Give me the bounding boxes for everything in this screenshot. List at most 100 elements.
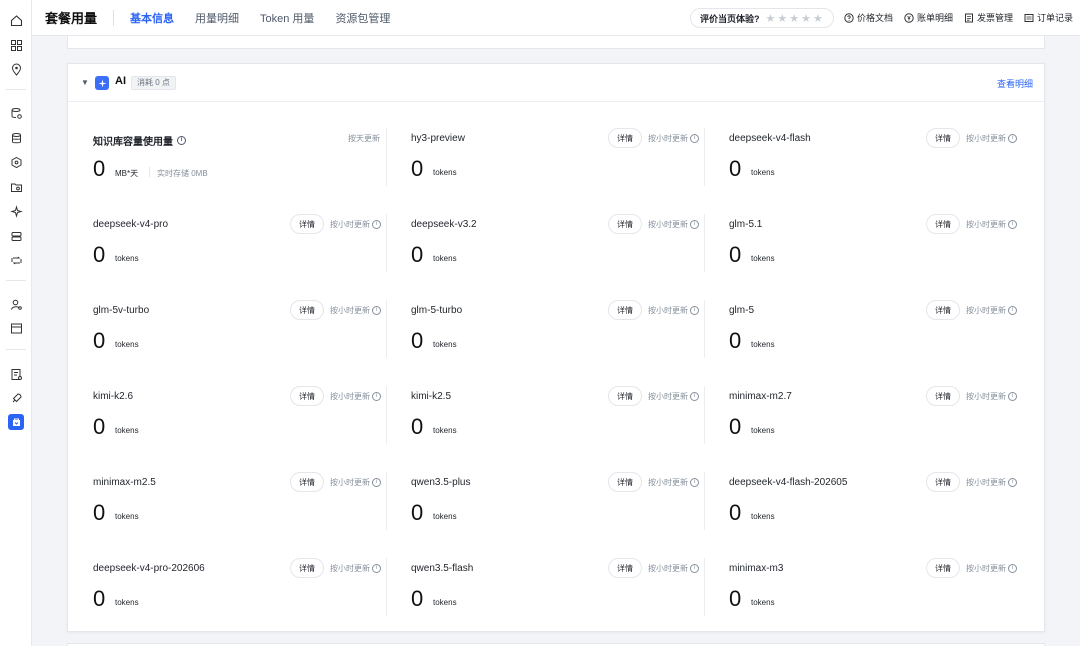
tab-usage-detail[interactable]: 用量明细 [195,0,239,36]
model-update-freq: 按小时更新 i [648,219,699,230]
model-detail-button[interactable]: 详情 [926,558,960,578]
storage-icon[interactable] [8,228,24,244]
grid-icon[interactable] [8,37,24,53]
model-token-value: 0 [93,242,106,267]
knowledge-base-unit: MB*天 [115,169,139,178]
model-detail-button[interactable]: 详情 [290,300,324,320]
info-icon[interactable]: i [1008,478,1017,487]
rating-star-4[interactable]: ★ [801,12,811,25]
invoice-link[interactable]: 发票管理 [964,11,1013,24]
info-icon[interactable]: i [1008,134,1017,143]
info-icon[interactable]: i [177,136,186,145]
cell-divider [704,472,705,530]
tab-resource-package[interactable]: 资源包管理 [335,0,390,36]
sync-icon[interactable] [8,252,24,268]
model-update-freq: 按小时更新 i [966,219,1017,230]
rating-star-3[interactable]: ★ [789,12,799,25]
folder-search-icon[interactable] [8,179,24,195]
sparkle-icon[interactable] [8,203,24,219]
model-detail-button[interactable]: 详情 [290,558,324,578]
model-token-value: 0 [729,586,742,611]
model-detail-button[interactable]: 详情 [926,300,960,320]
update-freq-label: 按小时更新 [648,306,688,315]
info-icon[interactable]: i [690,392,699,401]
hexagon-icon[interactable] [8,154,24,170]
info-icon[interactable]: i [372,392,381,401]
pricing-doc-link[interactable]: 价格文档 [844,11,893,24]
info-icon[interactable]: i [1008,306,1017,315]
title-divider [113,9,115,26]
info-icon[interactable]: i [1008,392,1017,401]
rating-star-2[interactable]: ★ [777,12,787,25]
model-detail-button[interactable]: 详情 [608,214,642,234]
update-freq-label: 按小时更新 [648,220,688,229]
model-token-unit: tokens [751,426,775,435]
info-icon[interactable]: i [690,134,699,143]
cell-divider [386,214,387,272]
knowledge-base-name: 知识库容量使用量 [93,137,173,148]
model-detail-button[interactable]: 详情 [290,214,324,234]
model-detail-button[interactable]: 详情 [608,300,642,320]
model-usage-cell: qwen3.5-flash 详情 按小时更新 i 0 tokens [386,546,704,632]
info-icon[interactable]: i [372,306,381,315]
model-name: minimax-m2.7 [729,391,792,402]
info-icon[interactable]: i [690,220,699,229]
info-icon[interactable]: i [690,478,699,487]
model-name: qwen3.5-plus [411,477,471,488]
database-icon[interactable] [8,130,24,146]
info-icon[interactable]: i [690,306,699,315]
model-update-freq: 按小时更新 i [966,477,1017,488]
rating-star-5[interactable]: ★ [813,12,823,25]
location-icon[interactable] [8,61,24,77]
model-detail-button[interactable]: 详情 [926,214,960,234]
info-icon[interactable]: i [372,564,381,573]
model-detail-button[interactable]: 详情 [926,472,960,492]
model-token-value: 0 [411,586,424,611]
info-icon[interactable]: i [1008,564,1017,573]
info-icon[interactable]: i [1008,220,1017,229]
order-record-link[interactable]: 订单记录 [1024,11,1073,24]
model-name: qwen3.5-flash [411,563,474,574]
model-name: minimax-m3 [729,563,784,574]
model-detail-button[interactable]: 详情 [608,128,642,148]
window-icon[interactable] [8,320,24,336]
billing-detail-link[interactable]: 账单明细 [904,11,953,24]
model-detail-button[interactable]: 详情 [926,128,960,148]
model-detail-button[interactable]: 详情 [926,386,960,406]
knowledge-base-usage-cell: 知识库容量使用量 i 按天更新 0 MB*天 实时存储 0MB [68,116,386,202]
consumption-badge: 消耗 0 点 [131,76,176,90]
model-detail-button[interactable]: 详情 [608,386,642,406]
tab-basic-info[interactable]: 基本信息 [130,0,174,36]
model-usage-cell: deepseek-v4-pro-202606 详情 按小时更新 i 0 tokens [68,546,386,632]
ai-section-title: AI [115,75,126,87]
package-usage-icon[interactable] [8,414,24,430]
collapse-caret-icon[interactable]: ▼ [81,78,89,87]
model-detail-button[interactable]: 详情 [290,386,324,406]
rocket-icon[interactable] [8,390,24,406]
update-freq-label: 按小时更新 [330,392,370,401]
model-usage-cell: deepseek-v4-flash 详情 按小时更新 i 0 tokens [704,116,1022,202]
info-icon[interactable]: i [690,564,699,573]
cell-divider [704,386,705,444]
invoice-icon [965,13,973,22]
view-detail-link[interactable]: 查看明细 [997,77,1033,90]
model-token-unit: tokens [751,512,775,521]
report-icon[interactable] [8,366,24,382]
home-icon[interactable] [8,12,24,28]
model-usage-cell: deepseek-v4-flash-202605 详情 按小时更新 i 0 tokens [704,460,1022,546]
model-token-unit: tokens [751,598,775,607]
previous-section-card [67,36,1045,49]
pricing-doc-label: 价格文档 [857,13,894,23]
info-icon[interactable]: i [372,220,381,229]
user-settings-icon[interactable] [8,296,24,312]
model-detail-button[interactable]: 详情 [608,558,642,578]
info-icon[interactable]: i [372,478,381,487]
model-detail-button[interactable]: 详情 [608,472,642,492]
cell-divider [704,128,705,186]
model-detail-button[interactable]: 详情 [290,472,324,492]
model-update-freq: 按小时更新 i [330,391,381,402]
rating-star-1[interactable]: ★ [766,12,776,25]
tab-token-usage[interactable]: Token 用量 [260,0,314,36]
database-search-icon[interactable] [8,105,24,121]
knowledge-base-value: 0 [93,156,106,181]
